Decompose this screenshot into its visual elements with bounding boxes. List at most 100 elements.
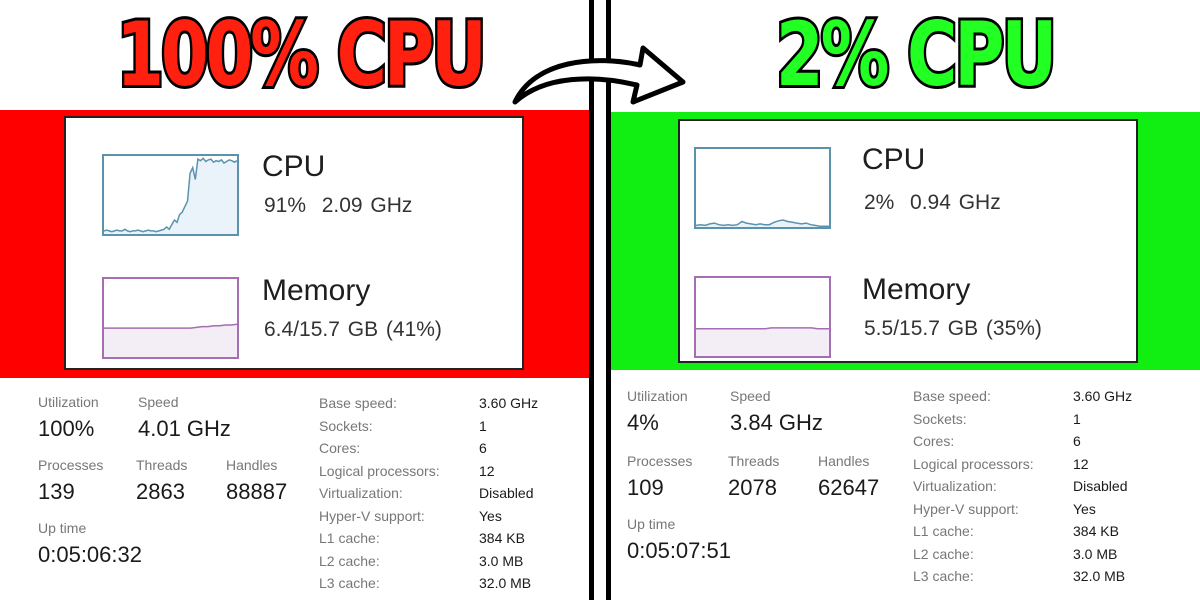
spec-label: Sockets: [913, 410, 967, 427]
stat-value: 0:05:06:32 [38, 542, 142, 567]
stat-value: 109 [627, 475, 664, 500]
stat-label: Speed [730, 388, 771, 404]
after-panel-band: CPU 2% 0.94 GHz Memory 5.5/15.7 GB (35%) [610, 112, 1200, 370]
spec-value: 1 [1073, 410, 1081, 427]
stat-value: 100% [38, 416, 95, 441]
spec-value: 1 [479, 417, 487, 434]
spec-label: Cores: [913, 433, 955, 449]
spec-label: Logical processors: [913, 455, 1034, 472]
memory-graph-after[interactable] [694, 276, 831, 358]
spec-value: 12 [479, 462, 495, 479]
spec-label: L1 cache: [913, 523, 974, 539]
stat-label: Up time [38, 520, 87, 536]
spec-label: Cores: [319, 440, 361, 456]
cpu-title: CPU [262, 150, 326, 183]
spec-value: 3.60 GHz [1073, 388, 1133, 404]
stat-value: 4.01 GHz [138, 416, 231, 441]
cpu-title: CPU [862, 143, 926, 176]
memory-graph-before[interactable] [102, 277, 239, 359]
spec-row: Virtualization: Disabled [319, 485, 538, 508]
spec-label: Base speed: [913, 388, 991, 404]
spec-row: L3 cache: 32.0 MB [319, 575, 538, 598]
spec-row: L3 cache: 32.0 MB [913, 568, 1132, 591]
stat-processes: Processes 139 [38, 457, 103, 505]
before-panel-band: CPU 91% 2.09 GHz Memory 6.4/15.7 GB (41%… [0, 110, 590, 378]
stat-value: 62647 [818, 475, 880, 500]
spec-value: Yes [1073, 500, 1096, 517]
stat-value: 0:05:07:51 [627, 538, 731, 563]
stat-utilization: Utilization 4% [627, 388, 688, 436]
cpu-graph-after[interactable] [694, 147, 831, 229]
stat-value: 3.84 GHz [730, 410, 823, 435]
spec-row: Logical processors: 12 [319, 463, 538, 486]
stat-uptime: Up time 0:05:07:51 [627, 516, 731, 564]
spec-row: Sockets: 1 [913, 411, 1132, 434]
memory-usage-line [696, 327, 829, 330]
spec-value: 384 KB [479, 530, 525, 546]
spec-value: 32.0 MB [1073, 568, 1126, 584]
spec-value: 6 [479, 440, 487, 456]
stat-speed: Speed 4.01 GHz [138, 394, 231, 442]
stat-utilization: Utilization 100% [38, 394, 99, 442]
spec-value: Disabled [479, 485, 534, 501]
stat-speed: Speed 3.84 GHz [730, 388, 823, 436]
cpu-graph-before[interactable] [102, 154, 239, 236]
stat-label: Processes [627, 453, 693, 469]
spec-label: Hyper-V support: [319, 507, 425, 524]
stat-processes: Processes 109 [627, 453, 692, 501]
spec-row: L2 cache: 3.0 MB [913, 546, 1132, 569]
spec-row: Logical processors: 12 [913, 456, 1132, 479]
spec-value: 6 [1073, 433, 1081, 449]
stat-label: Utilization [627, 388, 688, 404]
spec-row: Sockets: 1 [319, 418, 538, 441]
spec-row: Base speed: 3.60 GHz [319, 395, 538, 418]
memory-summary: 5.5/15.7 GB (35%) [864, 317, 1042, 340]
stat-label: Utilization [38, 394, 99, 410]
cpu-usage-area [104, 158, 237, 234]
stat-handles: Handles 62647 [818, 453, 879, 501]
spec-label: Logical processors: [319, 462, 440, 479]
spec-value: 3.60 GHz [479, 395, 539, 411]
stat-label: Speed [138, 394, 179, 410]
memory-usage-area [696, 327, 829, 356]
spec-label: Sockets: [319, 417, 373, 434]
stat-value: 4% [627, 410, 659, 435]
stat-threads: Threads 2863 [136, 457, 187, 505]
stat-value: 2863 [136, 479, 185, 504]
stat-label: Processes [38, 457, 104, 473]
spec-value: 384 KB [1073, 523, 1119, 539]
headline-after: 2% CPU [774, 0, 1060, 109]
spec-row: Cores: 6 [913, 433, 1132, 456]
stat-value: 88887 [226, 479, 288, 504]
stat-label: Up time [627, 516, 676, 532]
stat-threads: Threads 2078 [728, 453, 779, 501]
headline-before: 100% CPU [114, 0, 489, 109]
memory-title: Memory [262, 274, 371, 307]
stat-uptime: Up time 0:05:06:32 [38, 520, 142, 568]
spec-label: Virtualization: [913, 478, 997, 494]
spec-value: 12 [1073, 455, 1089, 472]
spec-label: L2 cache: [319, 552, 380, 569]
stat-label: Threads [728, 453, 780, 469]
performance-card-before: CPU 91% 2.09 GHz Memory 6.4/15.7 GB (41%… [64, 116, 524, 370]
spec-value: 3.0 MB [1073, 545, 1118, 562]
spec-label: L2 cache: [913, 545, 974, 562]
spec-label: Base speed: [319, 395, 397, 411]
spec-row: L1 cache: 384 KB [913, 523, 1132, 546]
spec-label: L3 cache: [319, 575, 380, 591]
curved-right-arrow-icon [512, 45, 686, 105]
cpu-summary: 2% 0.94 GHz [864, 191, 1001, 214]
spec-value: 3.0 MB [479, 552, 524, 569]
spec-label: Virtualization: [319, 485, 403, 501]
spec-label: Hyper-V support: [913, 500, 1019, 517]
spec-label: L1 cache: [319, 530, 380, 546]
memory-title: Memory [862, 273, 971, 306]
memory-summary: 6.4/15.7 GB (41%) [264, 318, 442, 341]
stat-handles: Handles 88887 [226, 457, 287, 505]
spec-row: Base speed: 3.60 GHz [913, 388, 1132, 411]
cpu-specs-after: Base speed: 3.60 GHz Sockets: 1 Cores: 6 Lo… [913, 388, 1132, 591]
spec-row: Hyper-V support: Yes [913, 501, 1132, 524]
stat-label: Handles [226, 457, 278, 473]
stat-value: 2078 [728, 475, 777, 500]
performance-card-after: CPU 2% 0.94 GHz Memory 5.5/15.7 GB (35%) [678, 119, 1138, 363]
